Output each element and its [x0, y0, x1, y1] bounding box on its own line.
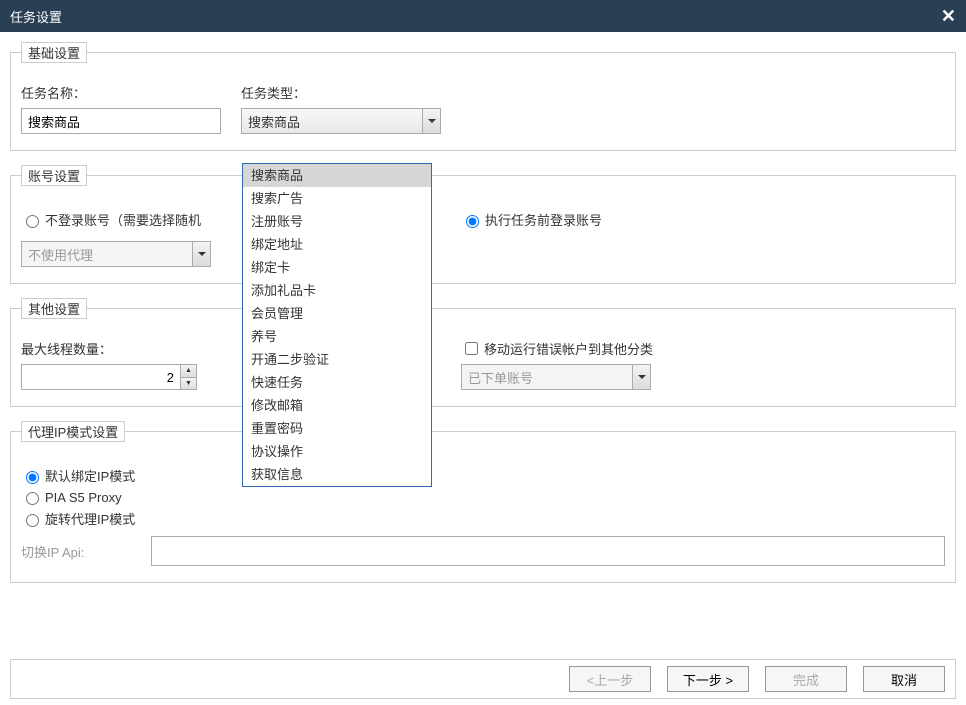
- fieldset-other: 其他设置 最大线程数量： ▲ ▼ 移动运行错误帐户到其他分类: [10, 298, 956, 407]
- task-type-option[interactable]: 养号: [243, 325, 431, 348]
- max-threads-input[interactable]: [21, 364, 181, 390]
- task-type-option[interactable]: 注册账号: [243, 210, 431, 233]
- ordered-account-combo-text: 已下单账号: [462, 365, 632, 389]
- task-type-option[interactable]: 会员管理: [243, 302, 431, 325]
- move-error-checkbox[interactable]: [465, 342, 478, 355]
- legend-proxy: 代理IP模式设置: [21, 421, 125, 442]
- finish-button[interactable]: 完成: [765, 666, 847, 692]
- task-type-option[interactable]: 修改邮箱: [243, 394, 431, 417]
- task-type-option[interactable]: 重置密码: [243, 417, 431, 440]
- cancel-button[interactable]: 取消: [863, 666, 945, 692]
- move-error-label: 移动运行错误帐户到其他分类: [484, 339, 653, 358]
- radio-no-login[interactable]: [26, 215, 39, 228]
- max-threads-label: 最大线程数量：: [21, 339, 231, 358]
- task-type-option[interactable]: 添加礼品卡: [243, 279, 431, 302]
- legend-basic: 基础设置: [21, 42, 87, 63]
- task-type-label: 任务类型：: [241, 83, 451, 102]
- task-type-option[interactable]: 开通二步验证: [243, 348, 431, 371]
- dialog-title: 任务设置: [10, 7, 941, 26]
- task-name-label: 任务名称：: [21, 83, 231, 102]
- radio-pia-s5[interactable]: [26, 492, 39, 505]
- legend-account: 账号设置: [21, 165, 87, 186]
- switch-ip-api-input[interactable]: [151, 536, 945, 566]
- task-type-option[interactable]: 绑定地址: [243, 233, 431, 256]
- task-type-option[interactable]: 绑定卡: [243, 256, 431, 279]
- fieldset-proxy: 代理IP模式设置 默认绑定IP模式 PIA S5 Proxy 旋转代理IP模式 …: [10, 421, 956, 583]
- titlebar: 任务设置 ✕: [0, 0, 966, 32]
- fieldset-account: 账号设置 不登录账号（需要选择随机 执行任务前登录账号 不使用代理: [10, 165, 956, 284]
- switch-ip-api-label: 切换IP Api:: [21, 542, 151, 561]
- radio-login-before[interactable]: [466, 215, 479, 228]
- chevron-down-icon[interactable]: [422, 109, 440, 133]
- task-type-option[interactable]: 协议操作: [243, 440, 431, 463]
- radio-default-bind[interactable]: [26, 471, 39, 484]
- radio-login-before-label: 执行任务前登录账号: [485, 210, 602, 229]
- radio-rotate[interactable]: [26, 514, 39, 527]
- task-type-option[interactable]: 搜索商品: [243, 164, 431, 187]
- radio-default-bind-label: 默认绑定IP模式: [45, 466, 135, 485]
- ordered-account-combo[interactable]: 已下单账号: [461, 364, 651, 390]
- chevron-down-icon[interactable]: [192, 242, 210, 266]
- radio-pia-s5-label: PIA S5 Proxy: [45, 490, 122, 505]
- proxy-combo[interactable]: 不使用代理: [21, 241, 211, 267]
- task-type-combo-text: 搜索商品: [242, 109, 422, 133]
- radio-no-login-label: 不登录账号（需要选择随机: [45, 210, 201, 229]
- fieldset-basic: 基础设置 任务名称： 任务类型： 搜索商品: [10, 42, 956, 151]
- task-type-combo[interactable]: 搜索商品: [241, 108, 441, 134]
- chevron-down-icon[interactable]: [632, 365, 650, 389]
- task-type-option[interactable]: 快速任务: [243, 371, 431, 394]
- close-icon[interactable]: ✕: [941, 6, 956, 27]
- task-type-option[interactable]: 搜索广告: [243, 187, 431, 210]
- footer-bar: <上一步 下一步 > 完成 取消: [10, 659, 956, 699]
- prev-button[interactable]: <上一步: [569, 666, 651, 692]
- task-type-dropdown[interactable]: 搜索商品搜索广告注册账号绑定地址绑定卡添加礼品卡会员管理养号开通二步验证快速任务…: [242, 163, 432, 487]
- proxy-combo-text: 不使用代理: [22, 242, 192, 266]
- next-button[interactable]: 下一步 >: [667, 666, 749, 692]
- radio-rotate-label: 旋转代理IP模式: [45, 509, 135, 528]
- spin-up-icon[interactable]: ▲: [181, 365, 196, 378]
- task-type-option[interactable]: 获取信息: [243, 463, 431, 486]
- spin-down-icon[interactable]: ▼: [181, 378, 196, 390]
- task-name-input[interactable]: [21, 108, 221, 134]
- max-threads-spinbox[interactable]: ▲ ▼: [21, 364, 197, 390]
- legend-other: 其他设置: [21, 298, 87, 319]
